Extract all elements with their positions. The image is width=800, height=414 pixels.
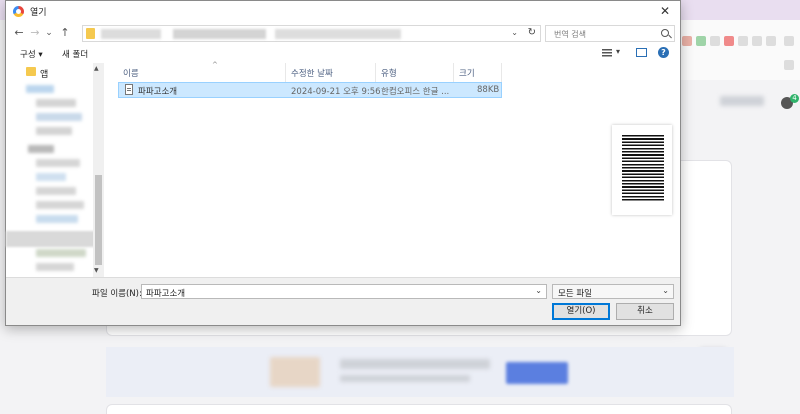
- toolbar-tile: [752, 36, 762, 46]
- preview-document-text: [622, 135, 664, 201]
- blurred-text: [340, 359, 490, 369]
- up-arrow-icon[interactable]: ↑: [58, 25, 72, 41]
- refresh-icon[interactable]: ↻: [528, 27, 536, 38]
- blurred-text: [340, 375, 470, 382]
- file-list: 이름 ^ 수정한 날짜 유형 크기 파파고소개 2024-09-21 오후 9:…: [106, 61, 598, 277]
- toolbar-tile: [784, 36, 794, 46]
- column-header-modified[interactable]: 수정한 날짜: [286, 63, 376, 82]
- chevron-down-icon[interactable]: ⌄: [535, 286, 542, 295]
- column-header-size[interactable]: 크기: [454, 63, 502, 82]
- nav-item[interactable]: [36, 201, 84, 209]
- nav-item[interactable]: [36, 249, 86, 257]
- nav-item[interactable]: [26, 85, 54, 93]
- dialog-titlebar[interactable]: 열기 ✕: [6, 1, 680, 21]
- scroll-down-icon[interactable]: ▼: [94, 267, 99, 274]
- nav-item[interactable]: [28, 145, 54, 153]
- column-name-label: 이름: [123, 69, 139, 79]
- column-modified-label: 수정한 날짜: [291, 69, 333, 79]
- preview-thumbnail: [612, 125, 672, 215]
- open-file-dialog: 열기 ✕ ← → ⌄ ↑ ⌄ ↻ 번역 검색 구성 ▾ 새 폴더 ▾ ? 앱 ▲…: [5, 0, 681, 326]
- promo-banner: [106, 347, 734, 397]
- view-options-icon[interactable]: [602, 49, 612, 57]
- address-path: [101, 29, 401, 39]
- column-type-label: 유형: [381, 69, 397, 79]
- toolbar-tile: [682, 36, 692, 46]
- nav-item[interactable]: [36, 127, 72, 135]
- close-button[interactable]: ✕: [656, 3, 674, 19]
- toolbar-tile: [784, 60, 794, 70]
- search-icon: [661, 29, 669, 37]
- view-dropdown-icon[interactable]: ▾: [616, 47, 620, 56]
- dialog-title: 열기: [30, 8, 47, 18]
- nav-item[interactable]: [36, 187, 76, 195]
- file-type: 한컴오피스 한글 ...: [381, 87, 450, 97]
- cancel-button[interactable]: 취소: [616, 303, 674, 320]
- address-bar[interactable]: ⌄ ↻: [82, 25, 541, 42]
- organize-button[interactable]: 구성 ▾: [20, 48, 43, 60]
- file-size: 88KB: [477, 85, 500, 95]
- promo-button[interactable]: [506, 362, 568, 384]
- column-size-label: 크기: [459, 69, 475, 79]
- toolbar-tile: [766, 36, 776, 46]
- toolbar-tile: [710, 36, 720, 46]
- forward-arrow-icon[interactable]: →: [28, 25, 42, 41]
- nav-item[interactable]: [36, 113, 82, 121]
- command-toolbar: 구성 ▾ 새 폴더 ▾ ?: [6, 44, 680, 63]
- file-name: 파파고소개: [138, 87, 178, 97]
- column-header-name[interactable]: 이름 ^: [118, 61, 286, 82]
- banner-image: [270, 357, 320, 387]
- filename-input[interactable]: 파파고소개 ⌄: [141, 284, 547, 299]
- navigation-bar: ← → ⌄ ↑ ⌄ ↻ 번역 검색: [6, 22, 680, 44]
- hwp-document-icon: [125, 84, 133, 95]
- nav-item[interactable]: [36, 263, 74, 271]
- recent-locations-chevron-icon[interactable]: ⌄: [42, 25, 56, 41]
- chat-badge: 4: [790, 94, 799, 103]
- navigation-pane: 앱 ▲ ▼: [6, 63, 104, 277]
- nav-item[interactable]: [36, 173, 66, 181]
- file-modified: 2024-09-21 오후 9:56: [291, 87, 381, 97]
- file-row[interactable]: 파파고소개 2024-09-21 오후 9:56 한컴오피스 한글 ... 88…: [118, 82, 502, 98]
- chevron-down-icon: ⌄: [662, 286, 669, 295]
- nav-item[interactable]: [36, 99, 76, 107]
- filetype-value: 모든 파일: [558, 289, 592, 299]
- preview-pane-icon[interactable]: [636, 48, 647, 57]
- open-button[interactable]: 열기(O): [552, 303, 610, 320]
- nav-item[interactable]: [36, 159, 80, 167]
- back-arrow-icon[interactable]: ←: [12, 25, 26, 41]
- chrome-icon: [13, 6, 24, 17]
- toolbar-tile: [724, 36, 734, 46]
- blurred-text: [720, 96, 764, 106]
- content-card: [106, 404, 732, 414]
- search-placeholder: 번역 검색: [554, 30, 586, 39]
- filetype-select[interactable]: 모든 파일 ⌄: [552, 284, 674, 299]
- folder-icon: [86, 28, 95, 39]
- browser-toolbar-strip: [680, 20, 800, 80]
- column-header-type[interactable]: 유형: [376, 63, 454, 82]
- nav-scroll-thumb[interactable]: [95, 175, 102, 265]
- filename-value: 파파고소개: [146, 289, 186, 299]
- nav-item[interactable]: [36, 215, 78, 223]
- search-input[interactable]: 번역 검색: [545, 25, 675, 42]
- chevron-down-icon[interactable]: ⌄: [511, 28, 518, 37]
- help-icon[interactable]: ?: [658, 47, 669, 58]
- dialog-footer: 파일 이름(N): 파파고소개 ⌄ 모든 파일 ⌄ 열기(O) 취소: [6, 277, 680, 325]
- nav-item-apps[interactable]: 앱: [40, 67, 48, 80]
- toolbar-tile: [738, 36, 748, 46]
- nav-item-selected[interactable]: [6, 231, 101, 247]
- toolbar-tile: [696, 36, 706, 46]
- new-folder-button[interactable]: 새 폴더: [62, 48, 88, 60]
- sort-ascending-icon: ^: [212, 61, 218, 69]
- scroll-up-icon[interactable]: ▲: [94, 65, 99, 72]
- filename-label: 파일 이름(N):: [92, 289, 142, 299]
- folder-icon: [26, 67, 36, 76]
